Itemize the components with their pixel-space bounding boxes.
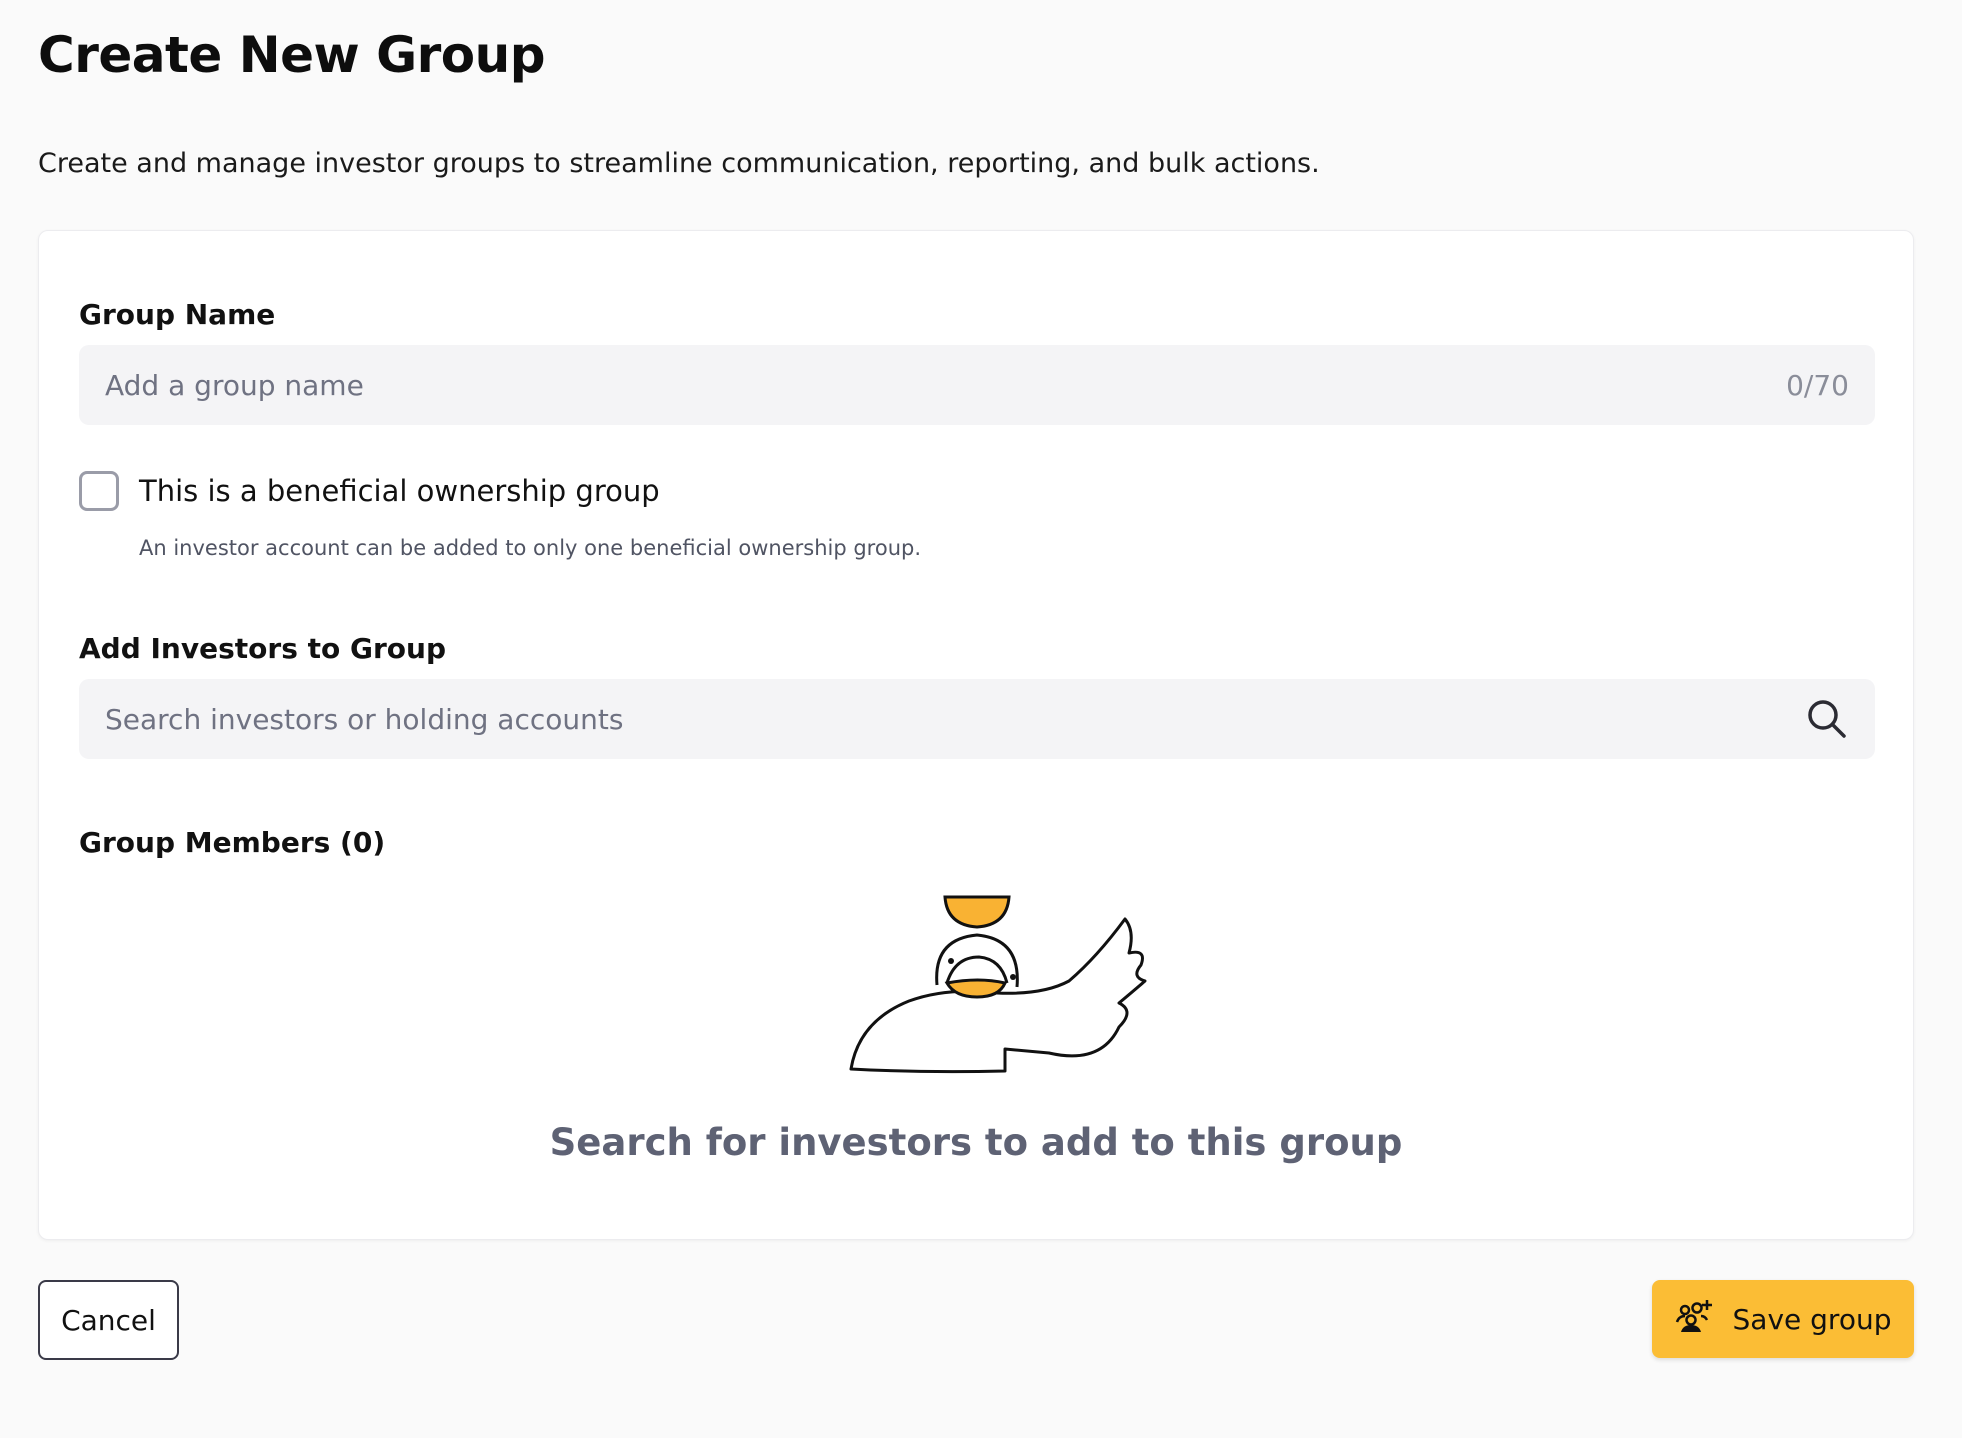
group-form-card: Group Name 0/70 This is a beneficial own… [38,230,1914,1240]
save-group-label: Save group [1732,1302,1892,1336]
group-name-label: Group Name [79,298,276,331]
group-name-input[interactable] [105,368,1787,402]
cancel-button[interactable]: Cancel [38,1280,179,1360]
group-members-label: Group Members (0) [79,826,386,859]
char-counter: 0/70 [1786,368,1849,402]
bird-balancing-bowl-illustration [829,881,1159,1091]
beneficial-ownership-label[interactable]: This is a beneficial ownership group [139,471,660,511]
add-investors-label: Add Investors to Group [79,632,446,665]
members-empty-message: Search for investors to add to this grou… [549,1121,1403,1164]
add-group-icon [1675,1298,1715,1341]
page-title: Create New Group [38,26,546,84]
group-name-field[interactable]: 0/70 [79,345,1875,425]
investor-search-field[interactable] [79,679,1875,759]
search-icon[interactable] [1805,697,1849,741]
page-description: Create and manage investor groups to str… [38,148,1320,179]
create-group-page: Create New Group Create and manage inves… [0,0,1962,1438]
save-group-button[interactable]: Save group [1652,1280,1914,1358]
investor-search-input[interactable] [105,702,1805,736]
beneficial-ownership-checkbox[interactable] [79,471,119,511]
beneficial-ownership-help: An investor account can be added to only… [139,536,922,560]
beneficial-ownership-option[interactable]: This is a beneficial ownership group [79,471,660,511]
